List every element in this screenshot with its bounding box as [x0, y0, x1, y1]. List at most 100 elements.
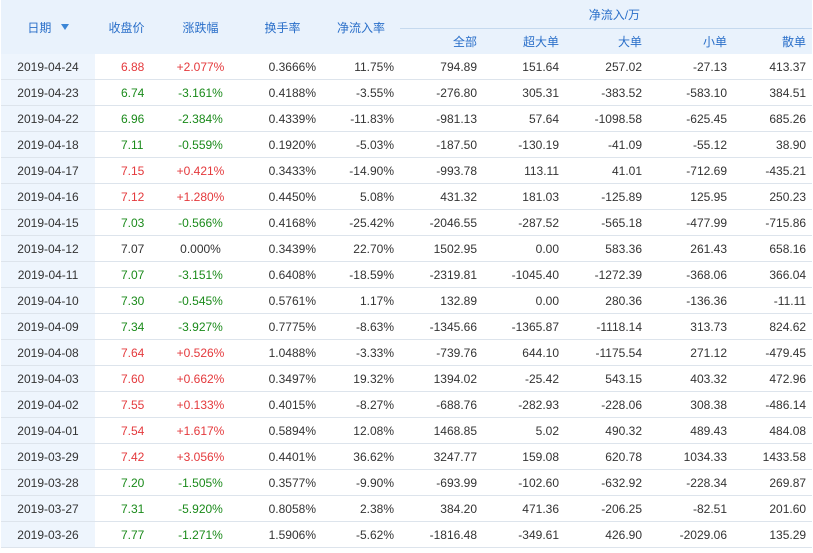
- net-retail-cell: 201.60: [733, 495, 813, 522]
- column-header-large[interactable]: 大单: [565, 28, 648, 54]
- close-price-cell: 7.60: [95, 365, 158, 392]
- net-rate-cell: -5.03%: [322, 131, 400, 158]
- net-large-cell: -1118.14: [565, 313, 648, 340]
- date-cell: 2019-04-17: [1, 157, 95, 184]
- net-small-cell: -136.36: [648, 287, 733, 314]
- net-super-large-cell: -1365.87: [483, 313, 565, 340]
- net-large-cell: 620.78: [565, 443, 648, 470]
- net-rate-cell: 12.08%: [322, 417, 400, 444]
- net-super-large-cell: -287.52: [483, 209, 565, 236]
- column-header-date[interactable]: 日期: [1, 0, 95, 54]
- column-header-change[interactable]: 涨跌幅: [158, 0, 243, 54]
- turnover-cell: 0.6408%: [243, 261, 322, 288]
- net-large-cell: -1272.39: [565, 261, 648, 288]
- table-row[interactable]: 2019-04-17 7.15 +0.421% 0.3433% -14.90% -993.…: [1, 157, 813, 184]
- close-price-cell: 7.11: [95, 131, 158, 158]
- close-price-cell: 7.54: [95, 417, 158, 444]
- close-price-cell: 6.88: [95, 54, 158, 80]
- net-all-cell: -993.78: [400, 157, 483, 184]
- table-row[interactable]: 2019-04-08 7.64 +0.526% 1.0488% -3.33% -739.7…: [1, 339, 813, 366]
- turnover-cell: 0.4188%: [243, 79, 322, 106]
- column-header-retail[interactable]: 散单: [733, 28, 813, 54]
- change-pct-cell: +0.526%: [158, 339, 243, 366]
- table-row[interactable]: 2019-04-23 6.74 -3.161% 0.4188% -3.55% -276.8…: [1, 79, 813, 106]
- table-row[interactable]: 2019-04-18 7.11 -0.559% 0.1920% -5.03% -187.5…: [1, 131, 813, 158]
- table-header: 日期 收盘价 涨跌幅 换手率 净流入率 净流入/万 全部 超大单 大单 小单 散…: [1, 0, 813, 54]
- net-rate-cell: 22.70%: [322, 235, 400, 262]
- close-price-cell: 7.07: [95, 235, 158, 262]
- table-row[interactable]: 2019-04-03 7.60 +0.662% 0.3497% 19.32% 1394.0…: [1, 365, 813, 392]
- net-super-large-cell: 151.64: [483, 54, 565, 80]
- net-rate-cell: 5.08%: [322, 183, 400, 210]
- table-row[interactable]: 2019-03-28 7.20 -1.505% 0.3577% -9.90% -693.9…: [1, 469, 813, 496]
- table-row[interactable]: 2019-04-11 7.07 -3.151% 0.6408% -18.59% -2319…: [1, 261, 813, 288]
- turnover-cell: 0.5761%: [243, 287, 322, 314]
- close-price-cell: 7.55: [95, 391, 158, 418]
- change-pct-cell: -2.384%: [158, 105, 243, 132]
- column-header-turnover[interactable]: 换手率: [243, 0, 322, 54]
- net-super-large-cell: -1045.40: [483, 261, 565, 288]
- net-large-cell: 583.36: [565, 235, 648, 262]
- close-price-cell: 7.42: [95, 443, 158, 470]
- close-price-cell: 7.12: [95, 183, 158, 210]
- turnover-cell: 0.8058%: [243, 495, 322, 522]
- net-small-cell: -712.69: [648, 157, 733, 184]
- change-pct-cell: 0.000%: [158, 235, 243, 262]
- date-cell: 2019-04-02: [1, 391, 95, 418]
- table-row[interactable]: 2019-03-29 7.42 +3.056% 0.4401% 36.62% 3247.7…: [1, 443, 813, 470]
- fund-flow-table: 日期 收盘价 涨跌幅 换手率 净流入率 净流入/万 全部 超大单 大单 小单 散…: [1, 0, 813, 548]
- date-cell: 2019-04-24: [1, 54, 95, 80]
- date-cell: 2019-04-01: [1, 417, 95, 444]
- column-header-close[interactable]: 收盘价: [95, 0, 158, 54]
- net-retail-cell: 250.23: [733, 183, 813, 210]
- net-large-cell: -228.06: [565, 391, 648, 418]
- net-super-large-cell: 0.00: [483, 287, 565, 314]
- net-all-cell: 384.20: [400, 495, 483, 522]
- table-row[interactable]: 2019-04-15 7.03 -0.566% 0.4168% -25.42% -2046…: [1, 209, 813, 236]
- column-header-all[interactable]: 全部: [400, 28, 483, 54]
- net-all-cell: 1502.95: [400, 235, 483, 262]
- net-retail-cell: 366.04: [733, 261, 813, 288]
- date-cell: 2019-04-22: [1, 105, 95, 132]
- date-cell: 2019-03-27: [1, 495, 95, 522]
- column-header-small[interactable]: 小单: [648, 28, 733, 54]
- turnover-cell: 0.3497%: [243, 365, 322, 392]
- table-row[interactable]: 2019-04-02 7.55 +0.133% 0.4015% -8.27% -688.7…: [1, 391, 813, 418]
- turnover-cell: 0.5894%: [243, 417, 322, 444]
- turnover-cell: 1.5906%: [243, 521, 322, 548]
- close-price-cell: 7.34: [95, 313, 158, 340]
- net-rate-cell: 11.75%: [322, 54, 400, 80]
- table-row[interactable]: 2019-04-24 6.88 +2.077% 0.3666% 11.75% 794.89…: [1, 54, 813, 80]
- date-cell: 2019-04-23: [1, 79, 95, 106]
- table-row[interactable]: 2019-04-10 7.30 -0.545% 0.5761% 1.17% 132.89 0…: [1, 287, 813, 314]
- net-small-cell: -583.10: [648, 79, 733, 106]
- turnover-cell: 0.4401%: [243, 443, 322, 470]
- net-all-cell: 794.89: [400, 54, 483, 80]
- date-cell: 2019-04-08: [1, 339, 95, 366]
- column-group-net-inflow: 净流入/万: [400, 0, 813, 29]
- sort-down-arrow-icon[interactable]: [60, 24, 69, 31]
- column-header-super-large[interactable]: 超大单: [483, 28, 565, 54]
- column-header-net-rate[interactable]: 净流入率: [322, 0, 400, 54]
- table-row[interactable]: 2019-03-27 7.31 -5.920% 0.8058% 2.38% 384.20 4…: [1, 495, 813, 522]
- net-retail-cell: 413.37: [733, 54, 813, 80]
- net-retail-cell: 658.16: [733, 235, 813, 262]
- close-price-cell: 6.74: [95, 79, 158, 106]
- table-row[interactable]: 2019-04-16 7.12 +1.280% 0.4450% 5.08% 431.32 1…: [1, 183, 813, 210]
- net-large-cell: 257.02: [565, 54, 648, 80]
- change-pct-cell: +0.421%: [158, 157, 243, 184]
- net-super-large-cell: -102.60: [483, 469, 565, 496]
- net-large-cell: 280.36: [565, 287, 648, 314]
- net-super-large-cell: -282.93: [483, 391, 565, 418]
- change-pct-cell: +0.662%: [158, 365, 243, 392]
- net-retail-cell: -435.21: [733, 157, 813, 184]
- table-row[interactable]: 2019-03-26 7.77 -1.271% 1.5906% -5.62% -1816.…: [1, 521, 813, 548]
- net-retail-cell: 824.62: [733, 313, 813, 340]
- table-row[interactable]: 2019-04-01 7.54 +1.617% 0.5894% 12.08% 1468.8…: [1, 417, 813, 444]
- date-cell: 2019-04-15: [1, 209, 95, 236]
- table-row[interactable]: 2019-04-22 6.96 -2.384% 0.4339% -11.83% -981.…: [1, 105, 813, 132]
- table-row[interactable]: 2019-04-12 7.07 0.000% 0.3439% 22.70% 1502.95…: [1, 235, 813, 262]
- table-row[interactable]: 2019-04-09 7.34 -3.927% 0.7775% -8.63% -1345.…: [1, 313, 813, 340]
- net-small-cell: 261.43: [648, 235, 733, 262]
- net-super-large-cell: 5.02: [483, 417, 565, 444]
